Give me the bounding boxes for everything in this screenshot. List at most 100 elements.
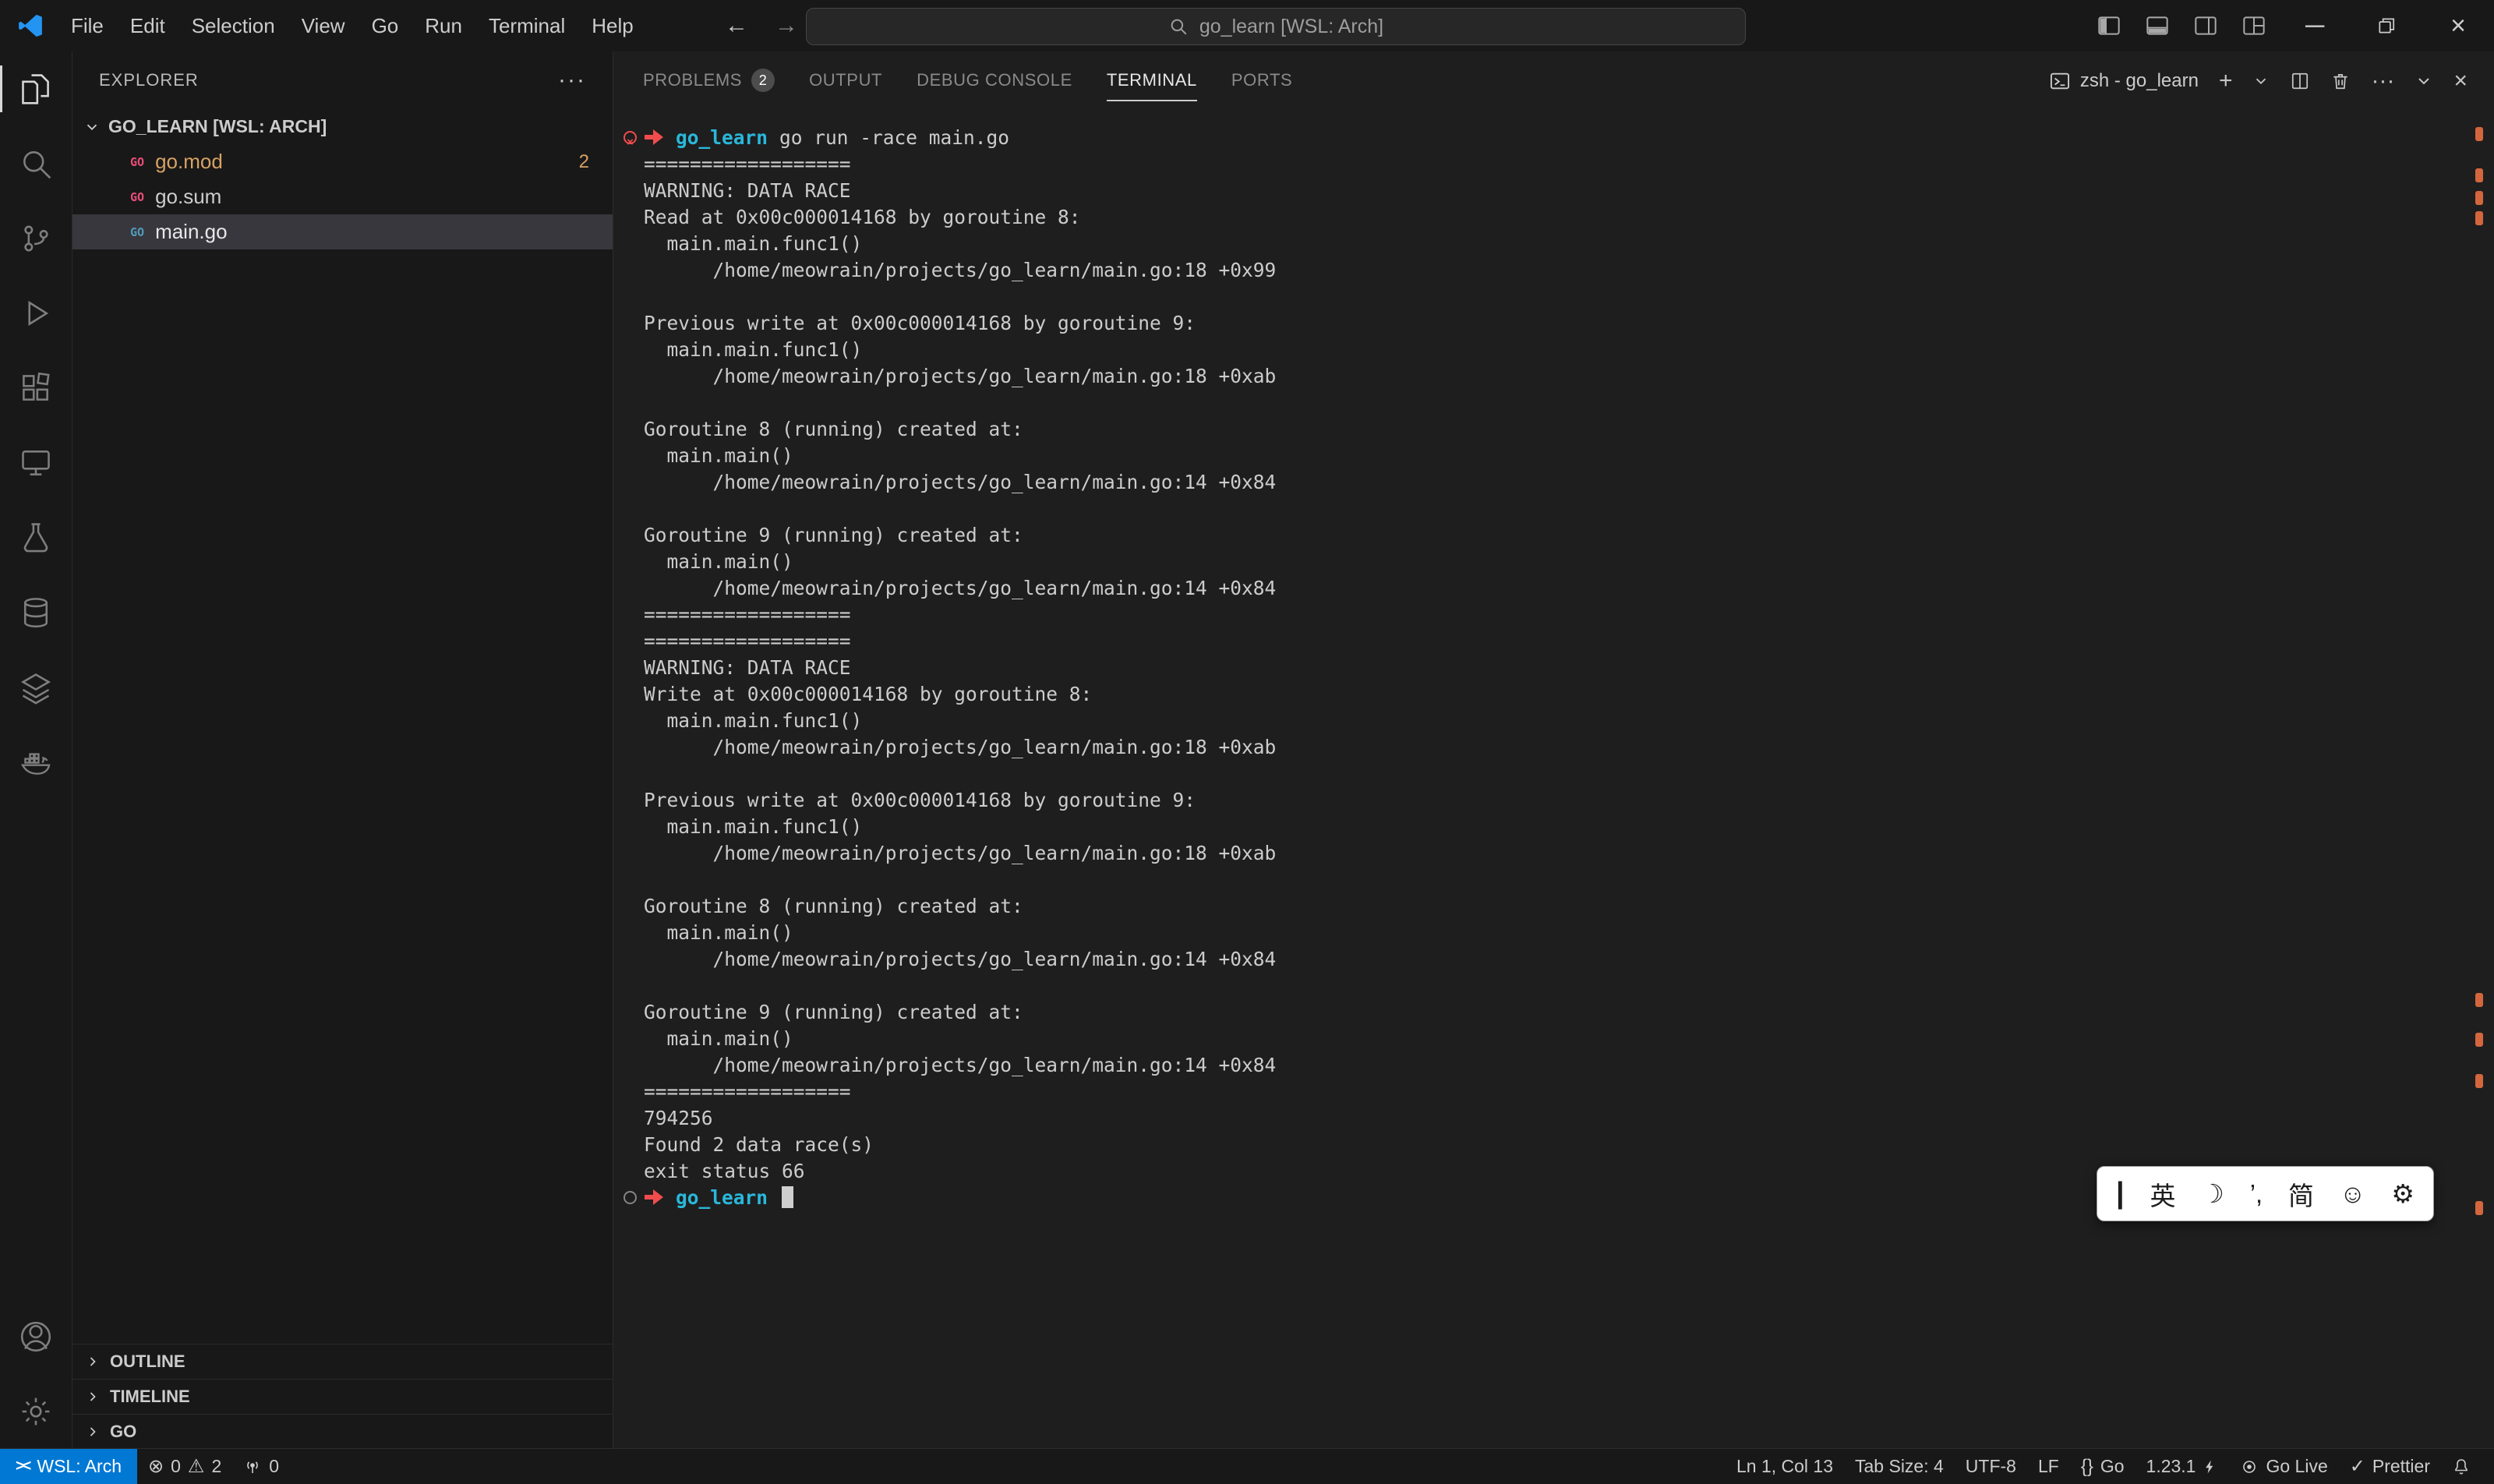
menu-file[interactable]: File	[58, 0, 117, 51]
explorer-more-actions-button[interactable]: ···	[558, 67, 586, 94]
activity-layers-button[interactable]	[0, 650, 72, 725]
kill-terminal-button[interactable]	[2330, 71, 2351, 91]
command-decoration-error[interactable]	[624, 131, 637, 144]
terminal-line: /home/meowrain/projects/go_learn/main.go…	[644, 363, 2463, 390]
section-timeline[interactable]: TIMELINE	[72, 1379, 613, 1414]
menu-view[interactable]: View	[288, 0, 359, 51]
panel-tab-debug-console[interactable]: DEBUG CONSOLE	[917, 61, 1072, 101]
go-live-status[interactable]: Go Live	[2229, 1449, 2338, 1484]
split-terminal-button[interactable]	[2290, 71, 2310, 91]
tab-size-status[interactable]: Tab Size: 4	[1844, 1449, 1955, 1484]
terminal-line: /home/meowrain/projects/go_learn/main.go…	[644, 1052, 2463, 1079]
toggle-sidebar-icon[interactable]	[2097, 13, 2121, 38]
workspace-root-folder[interactable]: GO_LEARN [WSL: ARCH]	[72, 109, 613, 144]
panel-tab-problems[interactable]: PROBLEMS2	[643, 61, 775, 101]
customize-layout-icon[interactable]	[2241, 13, 2266, 38]
close-panel-button[interactable]: ×	[2453, 68, 2468, 94]
activity-testing-button[interactable]	[0, 500, 72, 575]
panel-tab-ports[interactable]: PORTS	[1231, 61, 1292, 101]
panel-chevron-button[interactable]	[2415, 72, 2433, 90]
testing-beaker-icon	[19, 521, 53, 555]
overview-ruler-mark	[2475, 168, 2483, 182]
ime-punctuation-mode[interactable]: ’,	[2250, 1179, 2263, 1209]
error-count: 0	[171, 1456, 181, 1477]
command-center-title: go_learn [WSL: Arch]	[1199, 16, 1383, 38]
command-decoration-pending[interactable]	[624, 1191, 637, 1204]
search-icon	[19, 147, 53, 181]
terminal-line: main.main.func1()	[644, 337, 2463, 363]
command-center[interactable]: go_learn [WSL: Arch]	[806, 8, 1746, 45]
braces-icon: {}	[2081, 1456, 2093, 1478]
file-name-label: main.go	[155, 220, 228, 244]
terminal-instance-selector[interactable]: zsh - go_learn	[2049, 70, 2199, 92]
new-terminal-button[interactable]: +	[2219, 68, 2233, 94]
cursor-position-status[interactable]: Ln 1, Col 13	[1726, 1449, 1844, 1484]
panel-tab-output[interactable]: OUTPUT	[809, 61, 882, 101]
ime-english-mode[interactable]: 英	[2150, 1175, 2175, 1213]
ime-emoji-button[interactable]: ☺	[2340, 1179, 2366, 1209]
go-version-status[interactable]: 1.23.1	[2135, 1449, 2230, 1484]
ports-count: 0	[269, 1456, 279, 1477]
gear-icon	[19, 1394, 53, 1429]
menu-edit[interactable]: Edit	[117, 0, 178, 51]
terminal-line	[644, 867, 2463, 893]
menu-terminal[interactable]: Terminal	[475, 0, 578, 51]
terminal-output[interactable]: go_learngo run -race main.go============…	[613, 111, 2463, 1449]
file-item-go.sum[interactable]: GOgo.sum	[72, 179, 613, 214]
accounts-button[interactable]	[0, 1299, 72, 1374]
section-label: TIMELINE	[110, 1387, 190, 1407]
language-mode-status[interactable]: {} Go	[2070, 1449, 2135, 1484]
activity-run-debug-button[interactable]	[0, 276, 72, 351]
panel-more-actions-button[interactable]: ···	[2371, 68, 2394, 94]
terminal-line	[644, 390, 2463, 416]
layout-controls	[2097, 0, 2266, 51]
section-outline[interactable]: OUTLINE	[72, 1344, 613, 1379]
remote-indicator[interactable]: >< WSL: Arch	[0, 1449, 137, 1484]
eol-status[interactable]: LF	[2027, 1449, 2070, 1484]
status-bar-right: Ln 1, Col 13 Tab Size: 4 UTF-8 LF {} Go …	[1726, 1449, 2494, 1484]
close-window-button[interactable]: ×	[2422, 0, 2494, 51]
overview-ruler[interactable]	[2475, 51, 2485, 1449]
menu-help[interactable]: Help	[578, 0, 646, 51]
go-version-label: 1.23.1	[2146, 1456, 2196, 1477]
activity-database-button[interactable]	[0, 575, 72, 650]
toggle-panel-icon[interactable]	[2145, 13, 2170, 38]
menu-run[interactable]: Run	[412, 0, 475, 51]
prettier-status[interactable]: ✓ Prettier	[2339, 1449, 2441, 1484]
file-item-main.go[interactable]: GOmain.go	[72, 214, 613, 249]
ime-simplified-chinese[interactable]: 简	[2288, 1175, 2314, 1213]
overview-ruler-mark	[2475, 993, 2483, 1007]
activity-docker-button[interactable]	[0, 725, 72, 800]
ime-settings-button[interactable]: ⚙	[2391, 1178, 2415, 1209]
terminal-line	[644, 973, 2463, 999]
warning-count: 2	[211, 1456, 221, 1477]
layers-icon	[19, 670, 53, 705]
minimize-button[interactable]: ─	[2279, 0, 2351, 51]
toggle-secondary-sidebar-icon[interactable]	[2193, 13, 2218, 38]
notifications-bell-button[interactable]	[2441, 1449, 2482, 1484]
go-live-label: Go Live	[2266, 1456, 2327, 1477]
problems-status[interactable]: ⊗ 0 ⚠ 2	[137, 1449, 232, 1484]
activity-extensions-button[interactable]	[0, 351, 72, 426]
activity-remote-explorer-button[interactable]	[0, 426, 72, 500]
panel-tab-terminal[interactable]: TERMINAL	[1107, 61, 1197, 101]
forward-button[interactable]: →	[775, 12, 798, 39]
ime-caret[interactable]: |	[2116, 1177, 2125, 1210]
restore-button[interactable]	[2351, 0, 2422, 51]
file-list: GOgo.mod2GOgo.sumGOmain.go	[72, 144, 613, 249]
activity-explorer-button[interactable]	[0, 51, 72, 126]
ports-status[interactable]: 0	[232, 1449, 290, 1484]
settings-button[interactable]	[0, 1374, 72, 1449]
activity-source-control-button[interactable]	[0, 201, 72, 276]
terminal-dropdown-chevron-icon[interactable]	[2252, 72, 2270, 90]
encoding-status[interactable]: UTF-8	[1955, 1449, 2027, 1484]
menu-go[interactable]: Go	[359, 0, 412, 51]
menu-selection[interactable]: Selection	[178, 0, 288, 51]
back-button[interactable]: ←	[725, 12, 748, 39]
ime-halfwidth-toggle[interactable]: ☽	[2201, 1178, 2224, 1209]
file-item-go.mod[interactable]: GOgo.mod2	[72, 144, 613, 179]
ime-toolbar: | 英 ☽ ’, 简 ☺ ⚙	[2097, 1166, 2434, 1221]
section-go[interactable]: GO	[72, 1414, 613, 1449]
activity-search-button[interactable]	[0, 126, 72, 201]
prompt-directory: go_learn	[676, 1186, 768, 1209]
